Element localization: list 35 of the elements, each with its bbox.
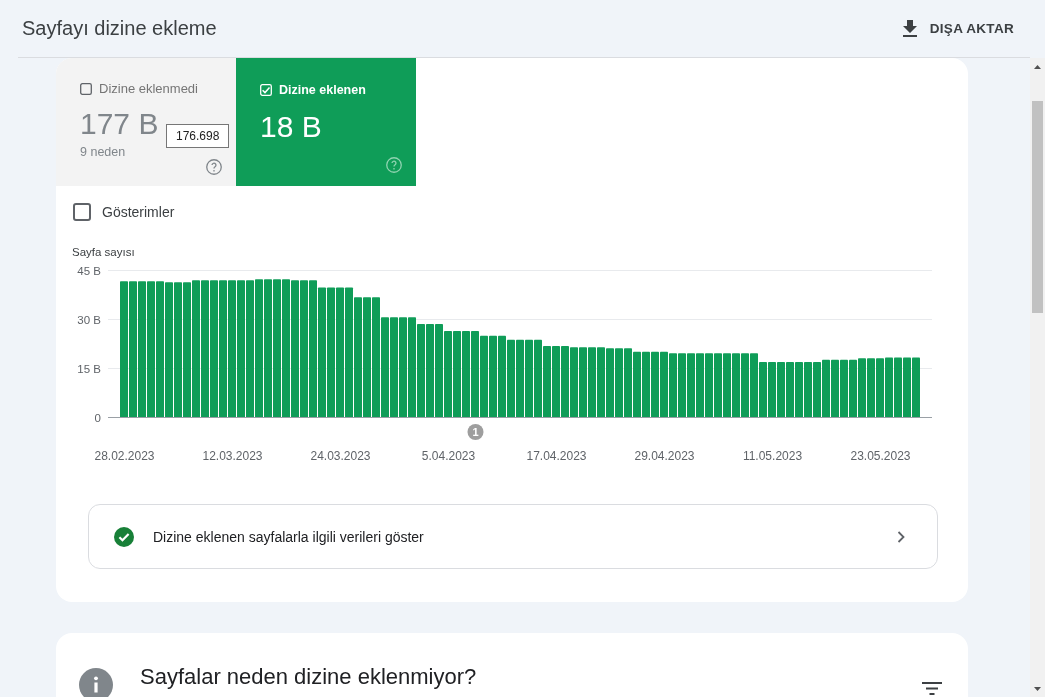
help-icon[interactable] [206, 159, 222, 175]
value-tooltip: 176.698 [166, 124, 230, 148]
x-tick-label: 11.05.2023 [742, 449, 803, 463]
x-tick-label: 5.04.2023 [421, 449, 476, 463]
chevron-right-icon [897, 530, 905, 543]
y-tick-label: 0 [94, 411, 101, 424]
summary-tile[interactable]: Dizine eklenmedi 177 B 9 neden 176.698 [56, 58, 236, 186]
x-tick-label: 17.04.2023 [526, 449, 587, 463]
checkbox-icon[interactable] [73, 203, 91, 221]
tile-detail: 9 neden [80, 145, 126, 159]
scroll-down-icon[interactable] [1034, 687, 1041, 691]
x-tick-label: 28.02.2023 [94, 449, 155, 463]
check-circle-icon [114, 526, 134, 547]
page-title: Sayfayı dizine ekleme [22, 17, 217, 40]
y-tick-label: 45 B [77, 264, 101, 277]
tile-value: 177 B [80, 108, 159, 140]
download-icon [902, 20, 917, 37]
x-tick-label: 23.05.2023 [850, 449, 911, 463]
checkbox-label: Gösterimler [102, 203, 175, 221]
tile-label: Dizine eklenen [279, 83, 366, 97]
y-tick-label: 15 B [77, 362, 101, 375]
export-button[interactable]: DIŞA AKTAR [894, 12, 1030, 45]
y-tick-label: 30 B [77, 313, 101, 326]
tile-value: 18 B [260, 111, 322, 143]
details-link[interactable]: Dizine eklenen sayfalarla ilgili verileri göster [88, 504, 938, 569]
filter-icon[interactable] [922, 682, 942, 695]
scroll-up-icon[interactable] [1034, 65, 1041, 69]
section-title: Sayfalar neden dizine eklenmiyor? [140, 664, 477, 690]
x-tick-label: 12.03.2023 [202, 449, 263, 463]
checkbox-icon[interactable] [80, 82, 92, 95]
x-tick-label: 24.03.2023 [310, 449, 371, 463]
x-tick-label: 29.04.2023 [634, 449, 695, 463]
y-axis-title: Sayfa sayısı [72, 246, 135, 259]
tile-label: Dizine eklenmedi [99, 81, 198, 96]
scrollbar-thumb[interactable] [1032, 101, 1043, 313]
